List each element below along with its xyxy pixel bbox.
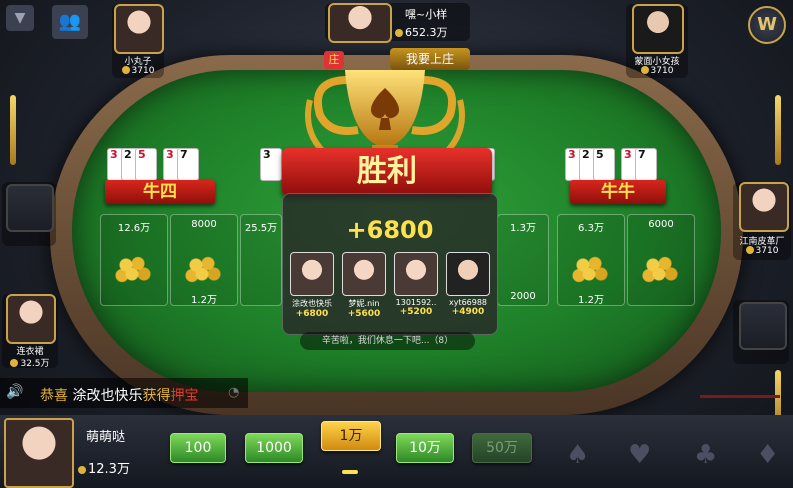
seat-score: 3710 <box>626 66 688 76</box>
seat-score: 3710 <box>112 66 164 76</box>
hand-result-banner: 牛四 <box>105 180 215 204</box>
seat-top-right[interactable]: 蒙面小女孩 3710 <box>626 4 688 78</box>
seat-avatar <box>114 4 164 54</box>
victory-title: 胜利 <box>357 154 417 189</box>
players-icon: 👥 <box>58 11 82 32</box>
spade-icon: ♠ <box>566 440 590 470</box>
card: 7 <box>635 148 657 181</box>
rest-countdown-text: 辛苦啦，我们休息一下吧...（8） <box>300 332 475 350</box>
winner-card: 梦妮.nin +5600 <box>341 252 387 319</box>
player-avatar <box>4 418 74 488</box>
victory-amount: +6800 <box>346 216 434 244</box>
chip-pile <box>571 253 611 283</box>
wifi-icon: ◔ <box>228 385 240 400</box>
bet-amount: 2000 <box>510 291 536 302</box>
menu-dropdown-button[interactable]: ▼ <box>6 5 34 31</box>
seat-avatar <box>632 4 684 54</box>
bet-amount: 1.2万 <box>191 295 217 306</box>
bet-slot[interactable]: 6.3万 1.2万 <box>557 214 625 306</box>
game-logo: W <box>748 6 786 44</box>
empty-seat-icon <box>739 302 787 350</box>
club-icon: ♣ <box>694 440 718 470</box>
card: 5 <box>135 148 157 181</box>
winner-avatar <box>394 252 438 296</box>
bet-amount: 12.6万 <box>117 223 151 234</box>
seat-right[interactable]: 江南皮革厂 3710 <box>733 182 791 260</box>
bet-slot[interactable]: 1.3万 2000 <box>497 214 549 306</box>
winner-name: 涂改也快乐 <box>292 299 332 308</box>
dealer-score: 652.3万 <box>395 24 448 40</box>
winner-gain: +5200 <box>399 307 433 317</box>
bet-amount: 6000 <box>648 219 674 230</box>
hand-result-banner: 牛牛 <box>570 180 666 204</box>
rail-post <box>775 95 781 165</box>
coin-icon <box>78 466 86 474</box>
winner-gain: +4900 <box>451 307 485 317</box>
seat-left-empty[interactable] <box>2 182 56 246</box>
bet-amount: 6.3万 <box>578 223 604 234</box>
card: 5 <box>593 148 615 181</box>
heart-icon: ♥ <box>628 440 652 470</box>
winner-card: 涂改也快乐 +6800 <box>289 252 335 319</box>
victory-ribbon: 胜利 <box>282 148 492 196</box>
bet-amount: 8000 <box>191 219 217 230</box>
rail-rope <box>700 395 780 398</box>
chip-button-100k[interactable]: 10万 <box>396 433 454 463</box>
rail-post <box>10 95 16 165</box>
dealer-avatar <box>328 3 392 43</box>
coin-icon <box>121 66 130 74</box>
coin-icon <box>640 66 649 74</box>
chip-pile <box>641 253 681 283</box>
winner-name: 梦妮.nin <box>348 299 380 308</box>
bet-amount: 1.2万 <box>578 295 604 306</box>
seat-avatar <box>739 182 789 232</box>
winner-avatar <box>446 252 490 296</box>
selected-chip-indicator <box>342 470 358 474</box>
coin-icon <box>10 359 19 367</box>
bet-slot[interactable]: 6000 <box>627 214 695 306</box>
dealer-panel: 嘿~小样 652.3万 <box>325 3 470 43</box>
empty-seat-icon <box>6 184 54 232</box>
card: 3 <box>260 148 282 181</box>
winner-avatar <box>342 252 386 296</box>
coin-icon <box>395 29 403 37</box>
winner-name: 1301592.. <box>395 298 437 307</box>
victory-popup: +6800 涂改也快乐 +6800 梦妮.nin +5600 1301592..… <box>282 193 498 335</box>
bet-slot[interactable]: 8000 1.2万 <box>170 214 238 306</box>
winner-card: 1301592.. +5200 <box>393 252 439 317</box>
seat-left[interactable]: 连衣裙 32.5万 <box>2 294 58 369</box>
winner-avatar <box>290 252 334 296</box>
player-score: 12.3万 <box>78 458 130 477</box>
winner-name: xyt66988 <box>448 298 488 307</box>
card: 7 <box>177 148 199 181</box>
speaker-icon: 🔊 <box>6 384 24 400</box>
players-list-button[interactable]: 👥 <box>52 5 88 39</box>
chip-pile <box>184 253 224 283</box>
seat-score: 3710 <box>733 246 791 256</box>
seat-top-left[interactable]: 小丸子 3710 <box>112 4 164 78</box>
seat-score: 32.5万 <box>2 356 58 369</box>
coin-icon <box>745 246 754 254</box>
chip-button-1000[interactable]: 1000 <box>245 433 303 463</box>
winner-gain: +5600 <box>347 309 381 319</box>
player-name: 萌萌哒 <box>86 430 126 445</box>
chip-pile <box>114 253 154 283</box>
announcement-ticker: 🔊 恭喜 涂改也快乐获得押宝 ◔ <box>0 378 248 408</box>
winner-card: xyt66988 +4900 <box>445 252 491 317</box>
chip-button-100[interactable]: 100 <box>170 433 226 463</box>
ticker-text: 恭喜 涂改也快乐获得押宝 <box>40 388 199 404</box>
chip-button-500k[interactable]: 50万 <box>472 433 532 463</box>
chip-button-10k[interactable]: 1万 <box>321 421 381 451</box>
bet-slot[interactable]: 12.6万 <box>100 214 168 306</box>
bet-amount: 25.5万 <box>244 223 278 234</box>
winner-gain: +6800 <box>295 309 329 319</box>
seat-right-empty[interactable] <box>733 300 789 364</box>
bet-amount: 1.3万 <box>510 223 536 234</box>
dealer-name: 嘿~小样 <box>405 8 448 21</box>
diamond-icon: ♦ <box>756 440 780 470</box>
bet-slot[interactable]: 25.5万 <box>240 214 282 306</box>
seat-avatar <box>6 294 56 344</box>
